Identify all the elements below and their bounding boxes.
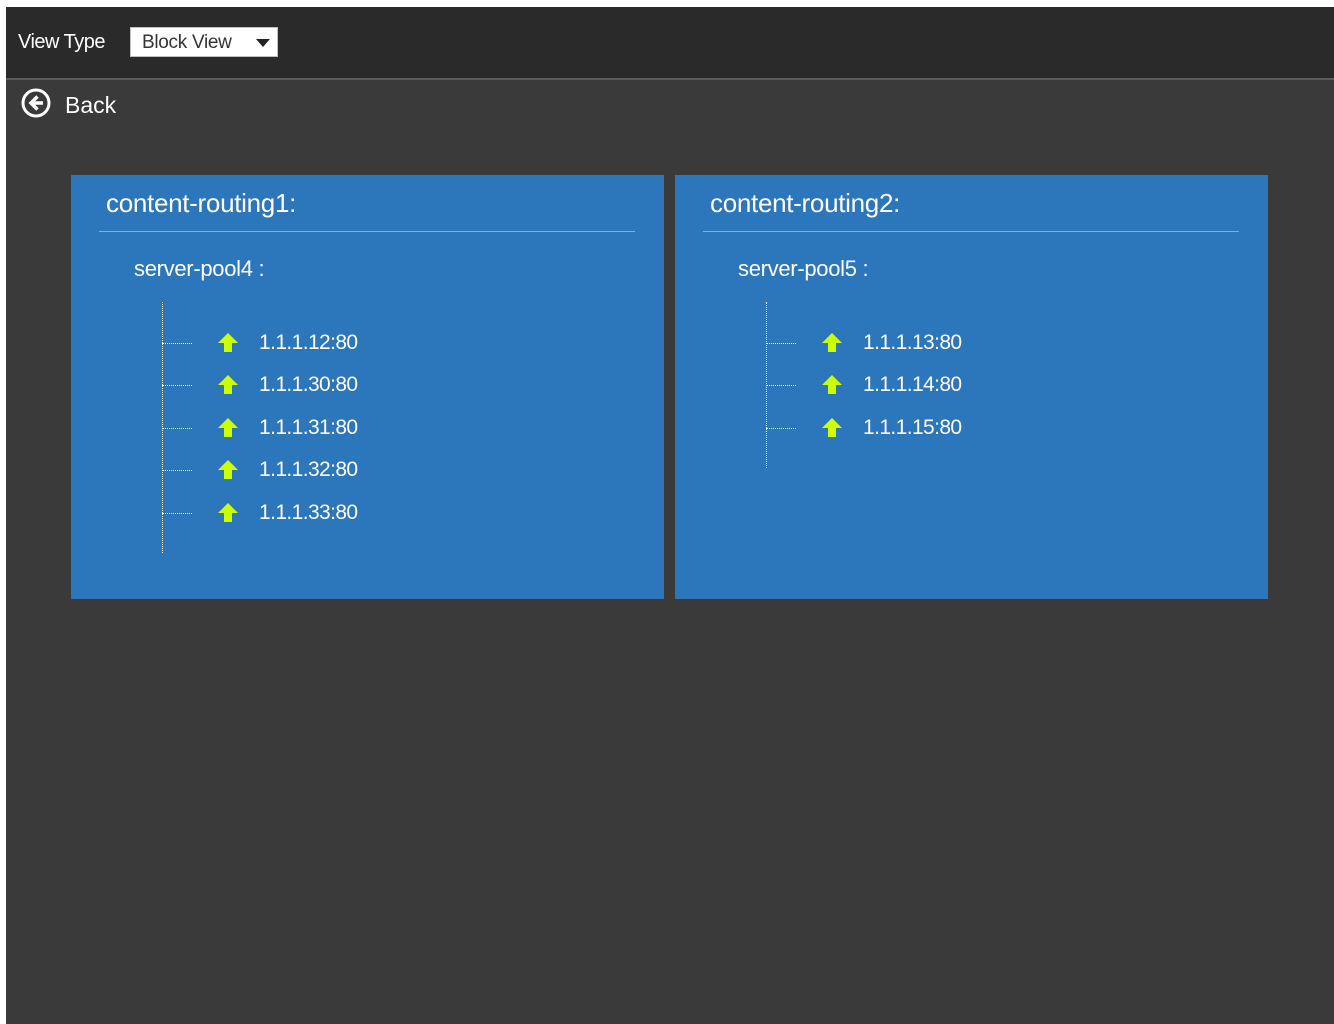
server-row: 1.1.1.31:80 bbox=[162, 414, 562, 444]
up-arrow-icon bbox=[822, 418, 842, 437]
server-pool-label: server-pool5 : bbox=[738, 256, 869, 281]
server-address[interactable]: 1.1.1.12:80 bbox=[259, 331, 358, 355]
back-arrow-circle-icon bbox=[21, 88, 51, 118]
server-row: 1.1.1.30:80 bbox=[162, 371, 562, 401]
tree-branch-line bbox=[162, 513, 192, 514]
view-type-selected-value: Block View bbox=[142, 32, 232, 53]
content-routing-panel: content-routing2: server-pool5 : 1.1.1.1… bbox=[675, 175, 1268, 599]
up-arrow-icon bbox=[218, 375, 238, 394]
server-pool-label: server-pool4 : bbox=[134, 256, 265, 281]
server-row: 1.1.1.14:80 bbox=[766, 371, 1166, 401]
server-row: 1.1.1.13:80 bbox=[766, 329, 1166, 359]
server-address[interactable]: 1.1.1.14:80 bbox=[863, 373, 962, 397]
server-address[interactable]: 1.1.1.33:80 bbox=[259, 501, 358, 525]
tree-branch-line bbox=[162, 343, 192, 344]
tree-branch-line bbox=[766, 385, 796, 386]
server-address[interactable]: 1.1.1.30:80 bbox=[259, 373, 358, 397]
tree-branch-line bbox=[162, 385, 192, 386]
view-type-select[interactable]: Block View bbox=[130, 27, 278, 57]
up-arrow-icon bbox=[218, 418, 238, 437]
up-arrow-icon bbox=[822, 333, 842, 352]
tree-branch-line bbox=[766, 343, 796, 344]
server-address[interactable]: 1.1.1.13:80 bbox=[863, 331, 962, 355]
up-arrow-icon bbox=[218, 460, 238, 479]
view-type-label: View Type bbox=[18, 31, 106, 53]
server-address[interactable]: 1.1.1.31:80 bbox=[259, 416, 358, 440]
tree-branch-line bbox=[162, 428, 192, 429]
content-routing-panel: content-routing1: server-pool4 : 1.1.1.1… bbox=[71, 175, 664, 599]
panel-divider bbox=[99, 231, 635, 232]
server-row: 1.1.1.12:80 bbox=[162, 329, 562, 359]
tree-branch-line bbox=[766, 428, 796, 429]
up-arrow-icon bbox=[218, 333, 238, 352]
server-row: 1.1.1.15:80 bbox=[766, 414, 1166, 444]
panel-divider bbox=[703, 231, 1239, 232]
toolbar: View Type Block View bbox=[6, 7, 1334, 80]
app-window: View Type Block View Back content-routin… bbox=[6, 7, 1334, 1024]
up-arrow-icon bbox=[218, 503, 238, 522]
server-address[interactable]: 1.1.1.32:80 bbox=[259, 458, 358, 482]
server-row: 1.1.1.33:80 bbox=[162, 499, 562, 529]
server-row: 1.1.1.32:80 bbox=[162, 456, 562, 486]
up-arrow-icon bbox=[822, 375, 842, 394]
tree-branch-line bbox=[162, 470, 192, 471]
content-routing-title: content-routing2: bbox=[710, 188, 901, 218]
server-address[interactable]: 1.1.1.15:80 bbox=[863, 416, 962, 440]
content-routing-title: content-routing1: bbox=[106, 188, 297, 218]
caret-down-icon bbox=[256, 39, 270, 47]
back-label: Back bbox=[65, 92, 117, 118]
